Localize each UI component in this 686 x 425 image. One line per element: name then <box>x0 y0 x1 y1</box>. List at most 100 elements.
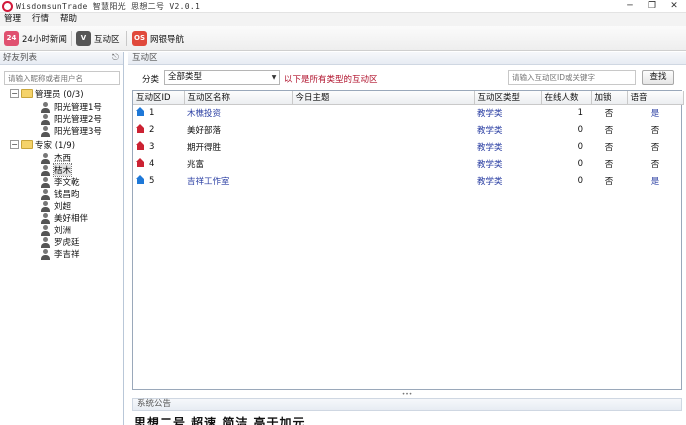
zone-id-cell: 1 <box>133 104 184 121</box>
col-locked[interactable]: 加锁 <box>591 91 628 105</box>
user-avatar-icon <box>40 200 51 212</box>
friend-item[interactable]: 阳光管理2号 <box>40 113 102 125</box>
zone-id: 2 <box>149 125 155 135</box>
user-avatar-icon <box>40 113 51 125</box>
interactive-zone-button[interactable]: V 互动区 <box>76 30 120 47</box>
friend-item[interactable]: 阳光管理3号 <box>40 125 102 137</box>
zone-row[interactable]: 2 美好部落 教学类 0 否 否 <box>133 121 683 138</box>
friend-item[interactable]: 刘洲 <box>40 224 71 236</box>
friend-name: 阳光管理1号 <box>54 103 102 113</box>
friend-item[interactable]: 阳光管理1号 <box>40 101 102 113</box>
zone-id: 3 <box>149 142 155 152</box>
window-controls: ─ ❐ ✕ <box>624 1 680 12</box>
zone-home-icon <box>136 175 145 184</box>
menu-help[interactable]: 帮助 <box>60 13 77 26</box>
col-voice[interactable]: 语音 <box>627 91 684 105</box>
close-icon[interactable]: ✕ <box>668 1 680 12</box>
zone-search-input[interactable] <box>508 70 636 85</box>
zone-voice: 是 <box>650 176 660 187</box>
friend-item[interactable]: 钱昌昀 <box>40 188 80 200</box>
minimize-icon[interactable]: ─ <box>624 1 636 12</box>
category-label: 分类 <box>142 75 160 85</box>
menu-manage[interactable]: 管理 <box>4 13 21 26</box>
friend-item[interactable]: 桔木 <box>40 163 73 177</box>
friend-name: 罗虎廷 <box>54 238 80 248</box>
friend-search-input[interactable] <box>4 71 120 85</box>
friend-item[interactable]: 美好相伴 <box>40 212 88 224</box>
zone-home-icon <box>136 141 145 150</box>
zone-table-body: 1 木樵投资 教学类 1 否是 2 美好部落 教学类 0 否否 3 期开得胜 教学类 0 否否 4 兆富 教学类 0… <box>133 104 683 189</box>
friend-name: 美好相伴 <box>54 214 89 224</box>
friend-item[interactable]: 李吉祥 <box>40 248 80 260</box>
zone-type: 教学类 <box>477 125 503 136</box>
news-24h-button[interactable]: 24 24小时新闻 <box>4 30 67 47</box>
friend-item[interactable]: 李文乾 <box>40 176 80 188</box>
category-select-value: 全部类型 <box>168 72 203 82</box>
zone-topic <box>292 172 474 189</box>
zone-type: 教学类 <box>477 142 503 153</box>
zone-voice: 否 <box>650 159 660 170</box>
col-zone-type[interactable]: 互动区类型 <box>474 91 542 105</box>
col-online-count[interactable]: 在线人数 <box>541 91 592 105</box>
zone-row[interactable]: 5 吉祥工作室 教学类 0 否 是 <box>133 172 683 189</box>
zone-row[interactable]: 1 木樵投资 教学类 1 否 是 <box>133 104 683 121</box>
col-zone-id[interactable]: 互动区ID <box>133 91 185 105</box>
zone-home-icon <box>136 124 145 133</box>
friend-name: 桔木 <box>52 163 73 177</box>
zone-id: 4 <box>149 159 155 169</box>
zone-id-cell: 4 <box>133 155 184 172</box>
zone-locked: 否 <box>604 125 614 136</box>
bank-nav-button[interactable]: OS 网银导航 <box>132 30 184 47</box>
friend-name: 阳光管理2号 <box>54 115 102 125</box>
zone-type: 教学类 <box>477 108 503 119</box>
menu-bar: 管理 行情 帮助 <box>0 13 686 26</box>
zone-row[interactable]: 3 期开得胜 教学类 0 否 否 <box>133 138 683 155</box>
interactive-zone-panel: 互动区 分类 全部类型 ▼ 以下是所有类型的互动区 查找 互动区ID 互动区名称… <box>128 52 686 425</box>
category-select[interactable]: 全部类型 ▼ <box>164 70 280 85</box>
chevron-down-icon[interactable]: ▼ <box>269 71 279 84</box>
zone-row[interactable]: 4 兆富 教学类 0 否 否 <box>133 155 683 172</box>
news-24h-label: 24小时新闻 <box>22 34 67 45</box>
friend-list-header: 好友列表 ⎋ <box>0 52 123 65</box>
user-avatar-icon <box>40 224 51 236</box>
bank-nav-icon: OS <box>132 31 147 46</box>
zone-name: 期开得胜 <box>187 142 222 153</box>
zone-online: 1 <box>577 107 583 118</box>
zone-topic <box>292 155 474 172</box>
interactive-zone-icon: V <box>76 31 91 46</box>
zone-table-header: 互动区ID 互动区名称 今日主题 互动区类型 在线人数 加锁 语音 <box>133 91 684 105</box>
friend-name: 刘洲 <box>54 226 72 236</box>
friend-item[interactable]: 刘超 <box>40 200 71 212</box>
user-avatar-icon <box>40 125 51 137</box>
friend-group[interactable]: − 专家 (1/9) <box>10 139 75 151</box>
pin-icon[interactable]: ⎋ <box>112 52 119 65</box>
zone-id-cell: 5 <box>133 172 184 189</box>
zone-voice: 否 <box>650 125 660 136</box>
zone-type: 教学类 <box>477 176 503 187</box>
zone-online: 0 <box>577 158 583 169</box>
zone-voice: 是 <box>650 108 660 119</box>
friend-item[interactable]: 罗虎廷 <box>40 236 80 248</box>
friend-name: 钱昌昀 <box>54 190 80 200</box>
friend-name: 李吉祥 <box>54 250 80 260</box>
col-today-topic[interactable]: 今日主题 <box>292 91 475 105</box>
menu-quotes[interactable]: 行情 <box>32 13 49 26</box>
announcement-ticker: 思想二号 超速 简洁 高于加元 <box>134 416 306 425</box>
toolbar: 24 24小时新闻 V 互动区 OS 网银导航 <box>0 26 686 51</box>
zone-id-cell: 2 <box>133 121 184 138</box>
col-zone-name[interactable]: 互动区名称 <box>184 91 293 105</box>
news-icon: 24 <box>4 31 19 46</box>
category-note: 以下是所有类型的互动区 <box>284 75 378 85</box>
zone-id: 5 <box>149 176 155 186</box>
friend-name: 李文乾 <box>54 178 80 188</box>
friend-name: 杰西 <box>54 154 72 164</box>
search-button[interactable]: 查找 <box>642 70 674 85</box>
collapse-icon[interactable]: − <box>10 140 19 149</box>
collapse-icon[interactable]: − <box>10 89 19 98</box>
friend-item[interactable]: 杰西 <box>40 152 71 164</box>
title-bar: WisdomsunTrade 智慧阳光 思想二号 V2.0.1 ─ ❐ ✕ <box>0 0 686 13</box>
zone-type: 教学类 <box>477 159 503 170</box>
restore-icon[interactable]: ❐ <box>646 1 658 12</box>
friend-group[interactable]: − 管理员 (0/3) <box>10 88 84 100</box>
zone-locked: 否 <box>604 176 614 187</box>
